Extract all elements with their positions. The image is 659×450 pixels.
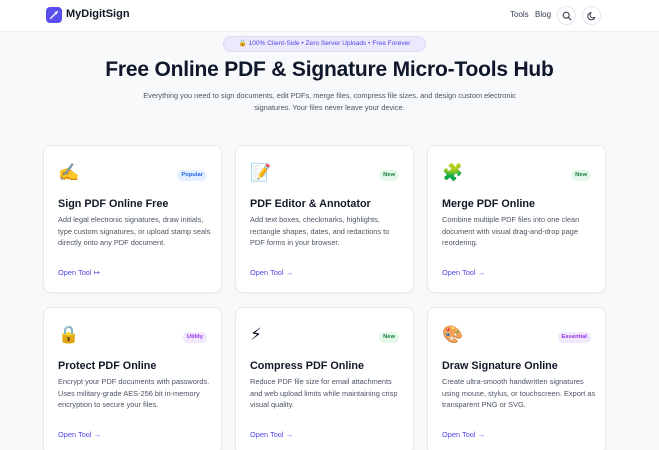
card-title: Compress PDF Online (250, 360, 364, 372)
brand-name[interactable]: MyDigitSign (66, 8, 130, 20)
card-title: Protect PDF Online (58, 360, 157, 372)
logo-icon[interactable] (46, 7, 62, 23)
nav-link-blog[interactable]: Blog (535, 10, 551, 19)
palette-icon: 🎨 (442, 325, 464, 344)
card-description: Create ultra-smooth handwritten signatur… (442, 377, 596, 409)
search-icon (562, 11, 572, 21)
status-badge: Popular (177, 170, 207, 181)
tool-card-protect-pdf[interactable]: 🔒 Utility Protect PDF Online Encrypt you… (43, 307, 222, 450)
card-description: Add text boxes, checkmarks, highlights, … (250, 215, 390, 247)
card-description: Reduce PDF file size for email attachmen… (250, 377, 398, 409)
lightning-icon: ⚡ (250, 325, 262, 344)
status-badge: Essential (557, 332, 591, 343)
top-navigation-bar: MyDigitSign Tools Blog (0, 0, 659, 32)
card-title: Merge PDF Online (442, 198, 535, 210)
tool-card-pdf-editor[interactable]: 📝 New PDF Editor & Annotator Add text bo… (235, 145, 414, 293)
status-badge: New (379, 332, 399, 343)
open-tool-link[interactable]: Open Tool ↦ (58, 268, 100, 277)
feature-pill-badge: 🔒 100% Client-Side • Zero Server Uploads… (223, 36, 426, 52)
card-description: Combine multiple PDF files into one clea… (442, 215, 580, 247)
status-badge: New (571, 170, 591, 181)
open-tool-link[interactable]: Open Tool → (250, 268, 293, 277)
card-title: PDF Editor & Annotator (250, 198, 371, 210)
card-description: Encrypt your PDF documents with password… (58, 377, 210, 409)
status-badge: Utility (182, 332, 207, 343)
theme-toggle-button[interactable] (582, 6, 601, 25)
nav-link-tools[interactable]: Tools (510, 10, 529, 19)
moon-icon (587, 12, 596, 21)
open-tool-link[interactable]: Open Tool → (250, 430, 293, 439)
lock-icon: 🔒 (58, 325, 80, 344)
puzzle-icon: 🧩 (442, 163, 464, 182)
search-button[interactable] (557, 6, 576, 25)
tool-card-merge-pdf[interactable]: 🧩 New Merge PDF Online Combine multiple … (427, 145, 606, 293)
card-description: Add legal electronic signatures, draw in… (58, 215, 211, 247)
tool-card-draw-signature[interactable]: 🎨 Essential Draw Signature Online Create… (427, 307, 606, 450)
page-title: Free Online PDF & Signature Micro-Tools … (105, 58, 554, 81)
tool-card-sign-pdf[interactable]: ✍️ Popular Sign PDF Online Free Add lega… (43, 145, 222, 293)
open-tool-link[interactable]: Open Tool → (58, 430, 101, 439)
open-tool-link[interactable]: Open Tool → (442, 430, 485, 439)
card-title: Draw Signature Online (442, 360, 558, 372)
card-title: Sign PDF Online Free (58, 198, 169, 210)
status-badge: New (379, 170, 399, 181)
signing-hand-icon: ✍️ (58, 163, 80, 182)
tool-card-compress-pdf[interactable]: ⚡ New Compress PDF Online Reduce PDF fil… (235, 307, 414, 450)
open-tool-link[interactable]: Open Tool → (442, 268, 485, 277)
memo-icon: 📝 (250, 163, 272, 182)
page-subtitle: Everything you need to sign documents, e… (143, 91, 516, 112)
